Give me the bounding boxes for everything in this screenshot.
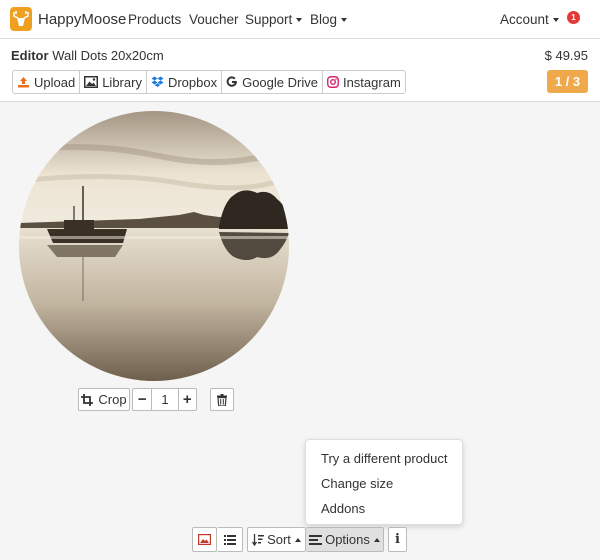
options-label: Options (325, 532, 370, 547)
decrease-quantity-button[interactable]: − (133, 389, 153, 410)
upload-button[interactable]: Upload (13, 71, 81, 93)
nav-products[interactable]: Products (128, 12, 181, 27)
quantity-stepper: − 1 + (132, 388, 197, 411)
list-view-button[interactable] (217, 527, 243, 552)
dropbox-button[interactable]: Dropbox (147, 71, 223, 93)
dropbox-icon (151, 76, 164, 87)
instagram-label: Instagram (342, 74, 401, 90)
chevron-down-icon (552, 18, 559, 22)
google-drive-button[interactable]: Google Drive (222, 71, 323, 93)
delete-button[interactable] (210, 388, 234, 411)
caret-up-icon (294, 537, 301, 542)
options-dropdown-menu: Try a different product Change size Addo… (305, 439, 463, 525)
image-icon (198, 534, 211, 545)
options-button[interactable]: Options (306, 527, 384, 552)
upload-label: Upload (34, 74, 76, 90)
nav-support-label: Support (245, 12, 293, 27)
top-navbar: HappyMoose Products Voucher Support Blog… (0, 0, 600, 39)
library-label: Library (102, 74, 142, 90)
nav-blog[interactable]: Blog (310, 12, 348, 27)
chevron-down-icon (296, 18, 303, 22)
increase-quantity-button[interactable]: + (177, 389, 196, 410)
editor-title: Editor Wall Dots 20x20cm (11, 48, 164, 63)
brand-name[interactable]: HappyMoose (38, 11, 126, 28)
notification-badge[interactable]: 1 (567, 11, 580, 24)
instagram-button[interactable]: Instagram (323, 71, 405, 93)
image-icon (84, 76, 99, 88)
caret-up-icon (373, 537, 380, 542)
sort-button[interactable]: Sort (247, 527, 306, 552)
sort-label: Sort (267, 532, 291, 547)
options-icon (309, 534, 323, 545)
editor-header: Editor Wall Dots 20x20cm $ 49.95 Upload … (0, 39, 600, 102)
trash-icon (217, 393, 227, 406)
menu-item-try-different-product[interactable]: Try a different product (321, 451, 447, 466)
google-icon (226, 76, 238, 87)
list-icon (223, 534, 236, 545)
crop-label: Crop (98, 392, 127, 407)
upload-icon (18, 77, 29, 88)
library-button[interactable]: Library (80, 71, 147, 93)
menu-item-addons[interactable]: Addons (321, 501, 365, 516)
happymoose-logo-icon[interactable] (10, 7, 32, 31)
product-price: $ 49.95 (544, 48, 588, 63)
nav-account-label: Account (500, 12, 549, 27)
gallery-view-button[interactable] (192, 527, 217, 552)
crop-icon (81, 393, 94, 406)
page-indicator[interactable]: 1 / 3 (547, 70, 588, 93)
wall-dot-photo[interactable] (19, 111, 289, 381)
product-name: Wall Dots 20x20cm (52, 48, 164, 63)
crop-button[interactable]: Crop (78, 388, 130, 411)
sort-icon (252, 533, 265, 546)
editor-label: Editor (11, 48, 49, 63)
instagram-icon (327, 76, 339, 88)
info-button[interactable]: i (388, 527, 407, 552)
nav-voucher[interactable]: Voucher (189, 12, 239, 27)
nav-support[interactable]: Support (245, 12, 303, 27)
menu-item-change-size[interactable]: Change size (321, 476, 393, 491)
google-drive-label: Google Drive (242, 74, 318, 90)
quantity-value[interactable]: 1 (152, 392, 177, 407)
nav-account[interactable]: Account (500, 12, 559, 27)
dropbox-label: Dropbox (167, 74, 218, 90)
image-source-buttons: Upload Library Dropbox Google Drive Inst… (12, 70, 406, 94)
nav-blog-label: Blog (310, 12, 338, 27)
chevron-down-icon (341, 18, 348, 22)
